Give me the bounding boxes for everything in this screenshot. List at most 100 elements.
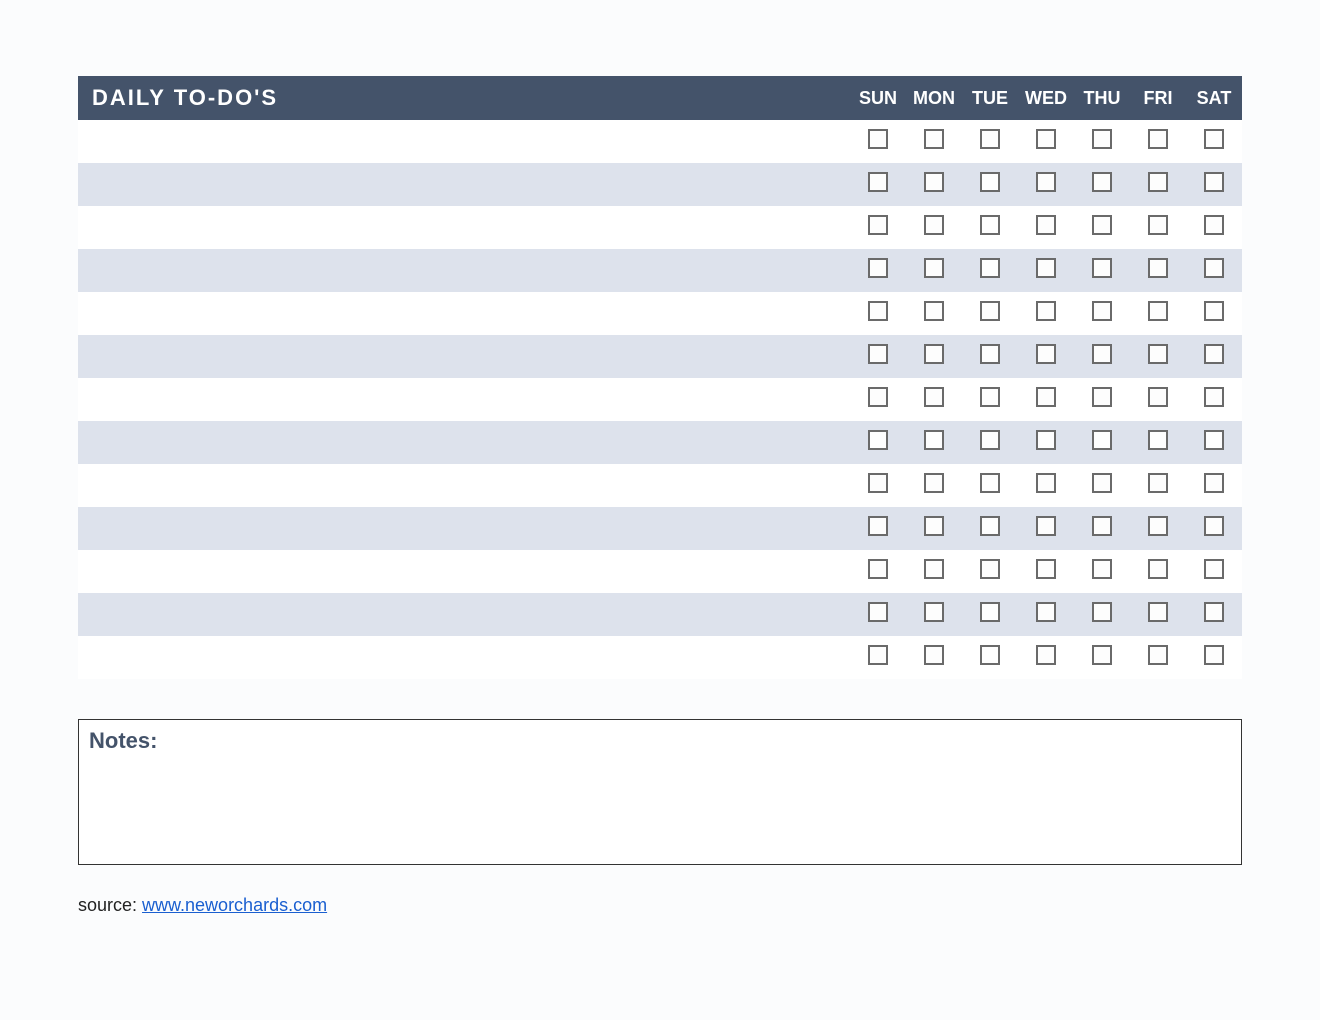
checkbox-icon[interactable]	[868, 516, 888, 536]
checkbox-icon[interactable]	[1148, 172, 1168, 192]
task-label-cell[interactable]	[78, 593, 850, 636]
checkbox-icon[interactable]	[980, 645, 1000, 665]
checkbox-icon[interactable]	[1036, 430, 1056, 450]
checkbox-icon[interactable]	[980, 473, 1000, 493]
task-label-cell[interactable]	[78, 249, 850, 292]
checkbox-icon[interactable]	[1036, 172, 1056, 192]
checkbox-icon[interactable]	[980, 602, 1000, 622]
checkbox-icon[interactable]	[980, 387, 1000, 407]
checkbox-icon[interactable]	[1036, 215, 1056, 235]
checkbox-icon[interactable]	[1204, 215, 1224, 235]
checkbox-icon[interactable]	[1092, 602, 1112, 622]
checkbox-icon[interactable]	[1092, 473, 1112, 493]
checkbox-icon[interactable]	[1092, 645, 1112, 665]
checkbox-icon[interactable]	[1092, 387, 1112, 407]
task-label-cell[interactable]	[78, 421, 850, 464]
checkbox-icon[interactable]	[1036, 559, 1056, 579]
checkbox-icon[interactable]	[1092, 516, 1112, 536]
checkbox-icon[interactable]	[980, 172, 1000, 192]
checkbox-icon[interactable]	[1204, 473, 1224, 493]
task-label-cell[interactable]	[78, 636, 850, 679]
checkbox-icon[interactable]	[924, 344, 944, 364]
checkbox-icon[interactable]	[980, 301, 1000, 321]
checkbox-icon[interactable]	[1148, 602, 1168, 622]
task-label-cell[interactable]	[78, 550, 850, 593]
checkbox-icon[interactable]	[1092, 215, 1112, 235]
checkbox-icon[interactable]	[924, 387, 944, 407]
checkbox-icon[interactable]	[868, 129, 888, 149]
checkbox-icon[interactable]	[1092, 430, 1112, 450]
checkbox-icon[interactable]	[1204, 387, 1224, 407]
checkbox-icon[interactable]	[1148, 344, 1168, 364]
checkbox-icon[interactable]	[924, 258, 944, 278]
checkbox-icon[interactable]	[868, 258, 888, 278]
checkbox-icon[interactable]	[1036, 473, 1056, 493]
task-label-cell[interactable]	[78, 206, 850, 249]
checkbox-icon[interactable]	[1204, 645, 1224, 665]
checkbox-icon[interactable]	[1148, 301, 1168, 321]
checkbox-icon[interactable]	[924, 430, 944, 450]
checkbox-icon[interactable]	[1204, 430, 1224, 450]
checkbox-icon[interactable]	[1148, 473, 1168, 493]
task-label-cell[interactable]	[78, 507, 850, 550]
checkbox-icon[interactable]	[868, 172, 888, 192]
task-label-cell[interactable]	[78, 464, 850, 507]
checkbox-icon[interactable]	[868, 473, 888, 493]
checkbox-icon[interactable]	[1148, 258, 1168, 278]
checkbox-icon[interactable]	[868, 301, 888, 321]
checkbox-icon[interactable]	[1036, 602, 1056, 622]
task-label-cell[interactable]	[78, 292, 850, 335]
checkbox-icon[interactable]	[868, 559, 888, 579]
task-label-cell[interactable]	[78, 335, 850, 378]
checkbox-icon[interactable]	[1204, 344, 1224, 364]
checkbox-icon[interactable]	[924, 172, 944, 192]
checkbox-icon[interactable]	[1092, 559, 1112, 579]
checkbox-icon[interactable]	[1148, 129, 1168, 149]
checkbox-icon[interactable]	[868, 215, 888, 235]
checkbox-icon[interactable]	[1204, 602, 1224, 622]
checkbox-icon[interactable]	[924, 473, 944, 493]
checkbox-icon[interactable]	[1204, 559, 1224, 579]
checkbox-icon[interactable]	[1204, 516, 1224, 536]
checkbox-icon[interactable]	[868, 645, 888, 665]
checkbox-icon[interactable]	[980, 516, 1000, 536]
checkbox-icon[interactable]	[924, 129, 944, 149]
checkbox-icon[interactable]	[1148, 387, 1168, 407]
checkbox-icon[interactable]	[980, 258, 1000, 278]
checkbox-icon[interactable]	[980, 559, 1000, 579]
checkbox-icon[interactable]	[868, 344, 888, 364]
checkbox-icon[interactable]	[924, 215, 944, 235]
checkbox-icon[interactable]	[924, 602, 944, 622]
checkbox-icon[interactable]	[1204, 129, 1224, 149]
task-label-cell[interactable]	[78, 120, 850, 163]
checkbox-icon[interactable]	[1092, 129, 1112, 149]
checkbox-icon[interactable]	[1036, 645, 1056, 665]
checkbox-icon[interactable]	[1204, 258, 1224, 278]
checkbox-icon[interactable]	[980, 344, 1000, 364]
checkbox-icon[interactable]	[868, 430, 888, 450]
checkbox-icon[interactable]	[1148, 215, 1168, 235]
checkbox-icon[interactable]	[1148, 645, 1168, 665]
checkbox-icon[interactable]	[1092, 344, 1112, 364]
checkbox-icon[interactable]	[1036, 258, 1056, 278]
checkbox-icon[interactable]	[1036, 301, 1056, 321]
checkbox-icon[interactable]	[1092, 258, 1112, 278]
checkbox-icon[interactable]	[980, 215, 1000, 235]
checkbox-icon[interactable]	[1092, 301, 1112, 321]
checkbox-icon[interactable]	[868, 602, 888, 622]
checkbox-icon[interactable]	[1036, 387, 1056, 407]
checkbox-icon[interactable]	[1204, 301, 1224, 321]
checkbox-icon[interactable]	[924, 645, 944, 665]
checkbox-icon[interactable]	[1092, 172, 1112, 192]
source-link[interactable]: www.neworchards.com	[142, 895, 327, 915]
checkbox-icon[interactable]	[1148, 559, 1168, 579]
checkbox-icon[interactable]	[1036, 516, 1056, 536]
notes-box[interactable]: Notes:	[78, 719, 1242, 865]
checkbox-icon[interactable]	[1036, 129, 1056, 149]
checkbox-icon[interactable]	[980, 129, 1000, 149]
checkbox-icon[interactable]	[1204, 172, 1224, 192]
checkbox-icon[interactable]	[1148, 430, 1168, 450]
checkbox-icon[interactable]	[1148, 516, 1168, 536]
checkbox-icon[interactable]	[924, 559, 944, 579]
checkbox-icon[interactable]	[1036, 344, 1056, 364]
